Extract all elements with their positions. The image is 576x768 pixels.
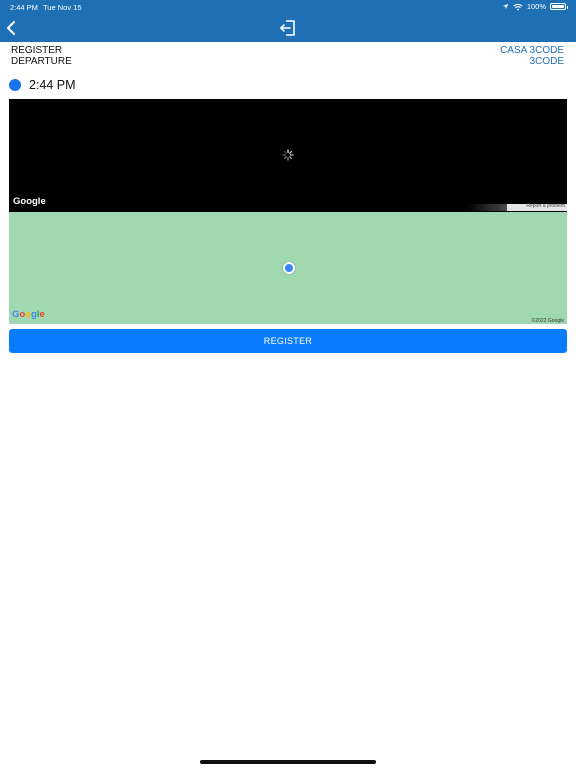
- status-dot-icon: [9, 79, 21, 91]
- location-map[interactable]: Google ©2022 Google: [9, 212, 567, 324]
- report-problem-bar: Report a problem: [467, 203, 567, 211]
- battery-icon: [550, 3, 568, 10]
- register-button-label: REGISTER: [263, 336, 313, 346]
- chevron-left-icon: [7, 21, 15, 35]
- status-time: 2:44 PM: [10, 3, 38, 12]
- register-button[interactable]: REGISTER: [9, 329, 567, 353]
- google-logo-color: Google: [12, 309, 45, 320]
- google-logo: Google: [13, 196, 46, 207]
- location-arrow-icon: [502, 3, 509, 10]
- home-indicator[interactable]: [200, 760, 376, 764]
- loading-spinner-icon: [282, 149, 294, 161]
- location-name: CASA 3CODE 3CODE: [500, 45, 564, 67]
- registration-type-line2: DEPARTURE: [11, 56, 72, 67]
- top-bar: 2:44 PM Tue Nov 15 100%: [0, 0, 576, 42]
- street-view-map[interactable]: Google Report a problem: [9, 99, 567, 212]
- map-copyright: ©2022 Google: [531, 318, 564, 324]
- registration-type-line1: REGISTER: [11, 45, 63, 56]
- report-problem-link[interactable]: Report a problem: [526, 203, 565, 209]
- status-indicators: 100%: [502, 2, 568, 11]
- current-location-icon: [283, 262, 295, 274]
- sign-out-icon: [280, 20, 295, 36]
- location-name-line1: CASA 3CODE: [500, 45, 564, 56]
- location-name-line2: 3CODE: [529, 56, 564, 67]
- battery-percent: 100%: [526, 2, 546, 11]
- sign-out-button[interactable]: [279, 19, 297, 37]
- event-time-row: 2:44 PM: [9, 78, 76, 92]
- registration-type: REGISTER DEPARTURE: [11, 45, 72, 67]
- wifi-icon: [513, 3, 523, 10]
- event-time: 2:44 PM: [29, 78, 76, 92]
- back-button[interactable]: [5, 19, 19, 37]
- status-date: Tue Nov 15: [43, 3, 82, 12]
